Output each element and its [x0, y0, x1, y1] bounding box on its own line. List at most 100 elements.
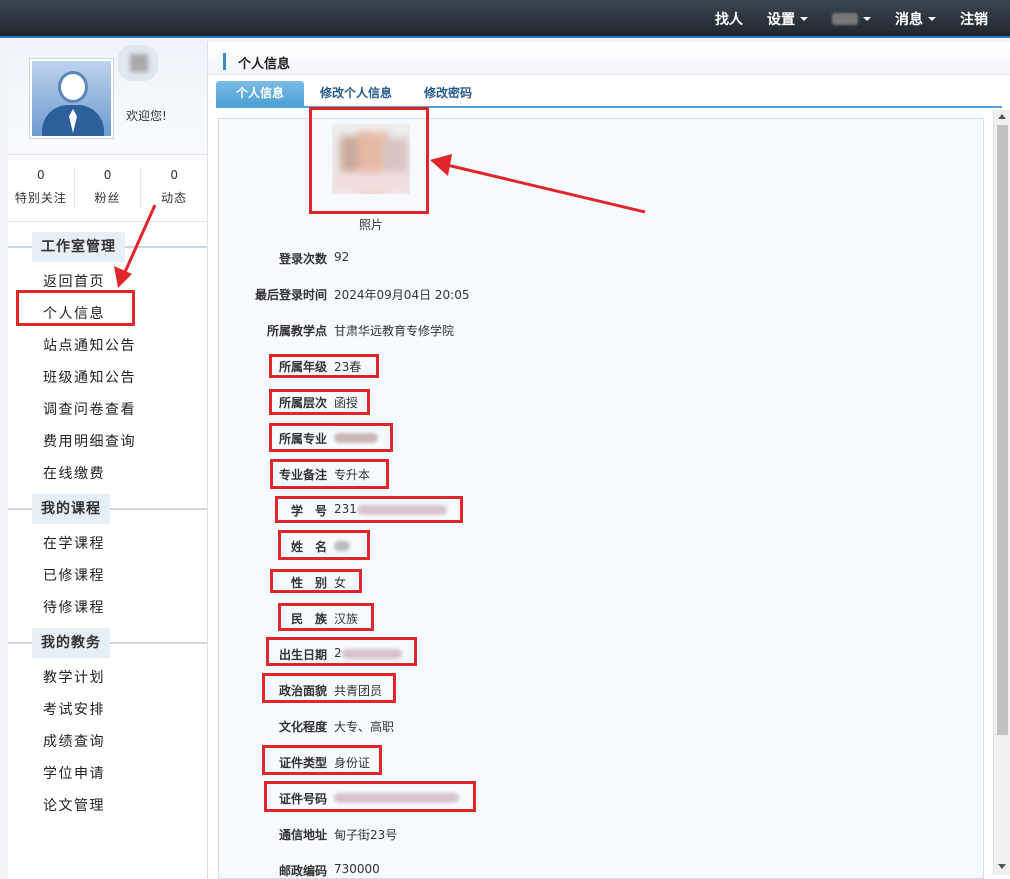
field-value-major-note: 专升本 [334, 468, 371, 482]
personal-info-panel: 照片 登录次数 92 最后登录时间 2024年09月04日 20:05 所属教学… [218, 118, 984, 879]
sidebar-item-online-payment[interactable]: 在线缴费 [8, 458, 207, 490]
settings-label: 设置 [767, 12, 795, 28]
section-studio-management: 工作室管理 [8, 228, 207, 266]
field-value-id-type: 身份证 [334, 756, 371, 770]
scroll-thumb[interactable] [997, 125, 1008, 735]
field-label-grade: 所属年级 [278, 360, 327, 374]
chevron-down-icon [800, 17, 808, 21]
tab-change-password[interactable]: 修改密码 [408, 81, 488, 106]
sidebar-item-degree-application[interactable]: 学位申请 [8, 758, 207, 790]
field-label-birth-date: 出生日期 [278, 648, 327, 662]
field-label-level: 所属层次 [278, 396, 327, 410]
redacted-username [832, 13, 858, 25]
stat-special-follow[interactable]: 0 特别关注 [8, 167, 75, 209]
section-title: 我的课程 [32, 494, 110, 524]
profile-stats: 0 特别关注 0 粉丝 0 动态 [8, 155, 207, 222]
field-label-education: 文化程度 [278, 720, 327, 734]
sidebar-item-current-courses[interactable]: 在学课程 [8, 528, 207, 560]
sidebar-item-personal-info[interactable]: 个人信息 [8, 298, 207, 330]
photo-label: 照片 [359, 218, 384, 232]
field-value-education: 大专、高职 [334, 720, 395, 734]
sidebar-item-thesis-management[interactable]: 论文管理 [8, 790, 207, 822]
redacted-value [334, 432, 378, 443]
find-people-link[interactable]: 找人 [703, 9, 755, 29]
sidebar-item-teaching-plan[interactable]: 教学计划 [8, 662, 207, 694]
page-title: 个人信息 [238, 57, 291, 72]
scroll-up-arrow-icon[interactable] [998, 114, 1006, 119]
top-navigation-bar: 找人 设置 消息 注销 [0, 0, 1010, 38]
field-value-gender: 女 [334, 576, 347, 590]
field-value-name [334, 538, 350, 552]
field-label-name: 姓 名 [290, 540, 327, 554]
messages-menu[interactable]: 消息 [883, 9, 948, 29]
find-people-label: 找人 [715, 12, 743, 28]
chevron-down-icon [928, 17, 936, 21]
sidebar-item-pending-courses[interactable]: 待修课程 [8, 592, 207, 624]
main-panel: 个人信息 个人信息 修改个人信息 修改密码 照片 登录次数 92 最后登录时间 … [208, 42, 1010, 879]
redacted-value [334, 540, 350, 551]
tab-bar: 个人信息 修改个人信息 修改密码 [216, 81, 1002, 108]
field-value-ethnicity: 汉族 [334, 612, 359, 626]
main-header: 个人信息 [208, 42, 1010, 75]
user-menu[interactable] [820, 13, 883, 25]
student-id-text: 231 [334, 502, 357, 516]
section-title: 工作室管理 [32, 232, 125, 262]
stat-count: 0 [103, 168, 112, 182]
logout-label: 注销 [960, 12, 988, 28]
birth-date-text: 2 [334, 646, 342, 660]
field-value-major [334, 430, 378, 444]
field-label-study-center: 所属教学点 [266, 324, 327, 338]
field-label-postal-code: 邮政编码 [278, 864, 327, 878]
tab-personal-info[interactable]: 个人信息 [216, 81, 305, 106]
section-title: 我的教务 [32, 628, 110, 658]
sidebar-item-surveys[interactable]: 调查问卷查看 [8, 394, 207, 426]
field-value-student-id: 231 [334, 502, 447, 516]
stat-count: 0 [170, 168, 178, 182]
field-value-study-center: 甘肃华远教育专修学院 [334, 324, 455, 338]
stat-fans[interactable]: 0 粉丝 [75, 167, 142, 209]
top-nav-menu: 找人 设置 消息 注销 [703, 0, 1000, 38]
field-label-id-type: 证件类型 [278, 756, 327, 770]
logout-link[interactable]: 注销 [948, 9, 1000, 29]
sidebar-item-grades[interactable]: 成绩查询 [8, 726, 207, 758]
stat-activity[interactable]: 0 动态 [141, 167, 207, 209]
sidebar-item-class-notices[interactable]: 班级通知公告 [8, 362, 207, 394]
field-value-last-login: 2024年09月04日 20:05 [334, 288, 470, 302]
content-scrollbar[interactable] [993, 110, 1010, 875]
sidebar: 欢迎您! 0 特别关注 0 粉丝 0 动态 工作室管理 返回首页 个人信息 站点通知公… [8, 42, 208, 879]
field-value-id-number [334, 790, 459, 804]
avatar[interactable] [30, 59, 113, 138]
sidebar-item-home[interactable]: 返回首页 [8, 266, 207, 298]
field-label-login-count: 登录次数 [278, 252, 327, 266]
field-label-id-number: 证件号码 [278, 792, 327, 806]
stat-count: 0 [37, 168, 45, 182]
field-label-student-id: 学 号 [290, 504, 327, 518]
redacted-profile-name [130, 54, 148, 72]
stat-label: 粉丝 [94, 191, 121, 205]
messages-label: 消息 [895, 12, 923, 28]
scroll-down-arrow-icon[interactable] [998, 864, 1006, 869]
settings-menu[interactable]: 设置 [755, 9, 820, 29]
sidebar-item-exam-schedule[interactable]: 考试安排 [8, 694, 207, 726]
field-label-gender: 性 别 [290, 576, 327, 590]
field-value-political-status: 共青团员 [334, 684, 383, 698]
redacted-value [334, 792, 459, 803]
tab-edit-personal-info[interactable]: 修改个人信息 [304, 81, 408, 106]
chevron-down-icon [863, 17, 871, 21]
field-label-major: 所属专业 [278, 432, 327, 446]
student-photo [332, 124, 410, 194]
stat-label: 特别关注 [14, 191, 67, 205]
field-value-birth-date: 2 [334, 646, 402, 660]
sidebar-item-completed-courses[interactable]: 已修课程 [8, 560, 207, 592]
sidebar-item-site-notices[interactable]: 站点通知公告 [8, 330, 207, 362]
field-label-major-note: 专业备注 [278, 468, 327, 482]
field-value-level: 函授 [334, 396, 359, 410]
avatar-head-shape [58, 71, 88, 103]
field-value-address: 甸子街23号 [334, 828, 398, 842]
sidebar-item-fee-details[interactable]: 费用明细查询 [8, 426, 207, 458]
photo-blur-block [332, 172, 410, 194]
field-label-last-login: 最后登录时间 [254, 288, 327, 302]
field-value-login-count: 92 [334, 250, 350, 264]
field-label-address: 通信地址 [278, 828, 327, 842]
field-label-political-status: 政治面貌 [278, 684, 327, 698]
